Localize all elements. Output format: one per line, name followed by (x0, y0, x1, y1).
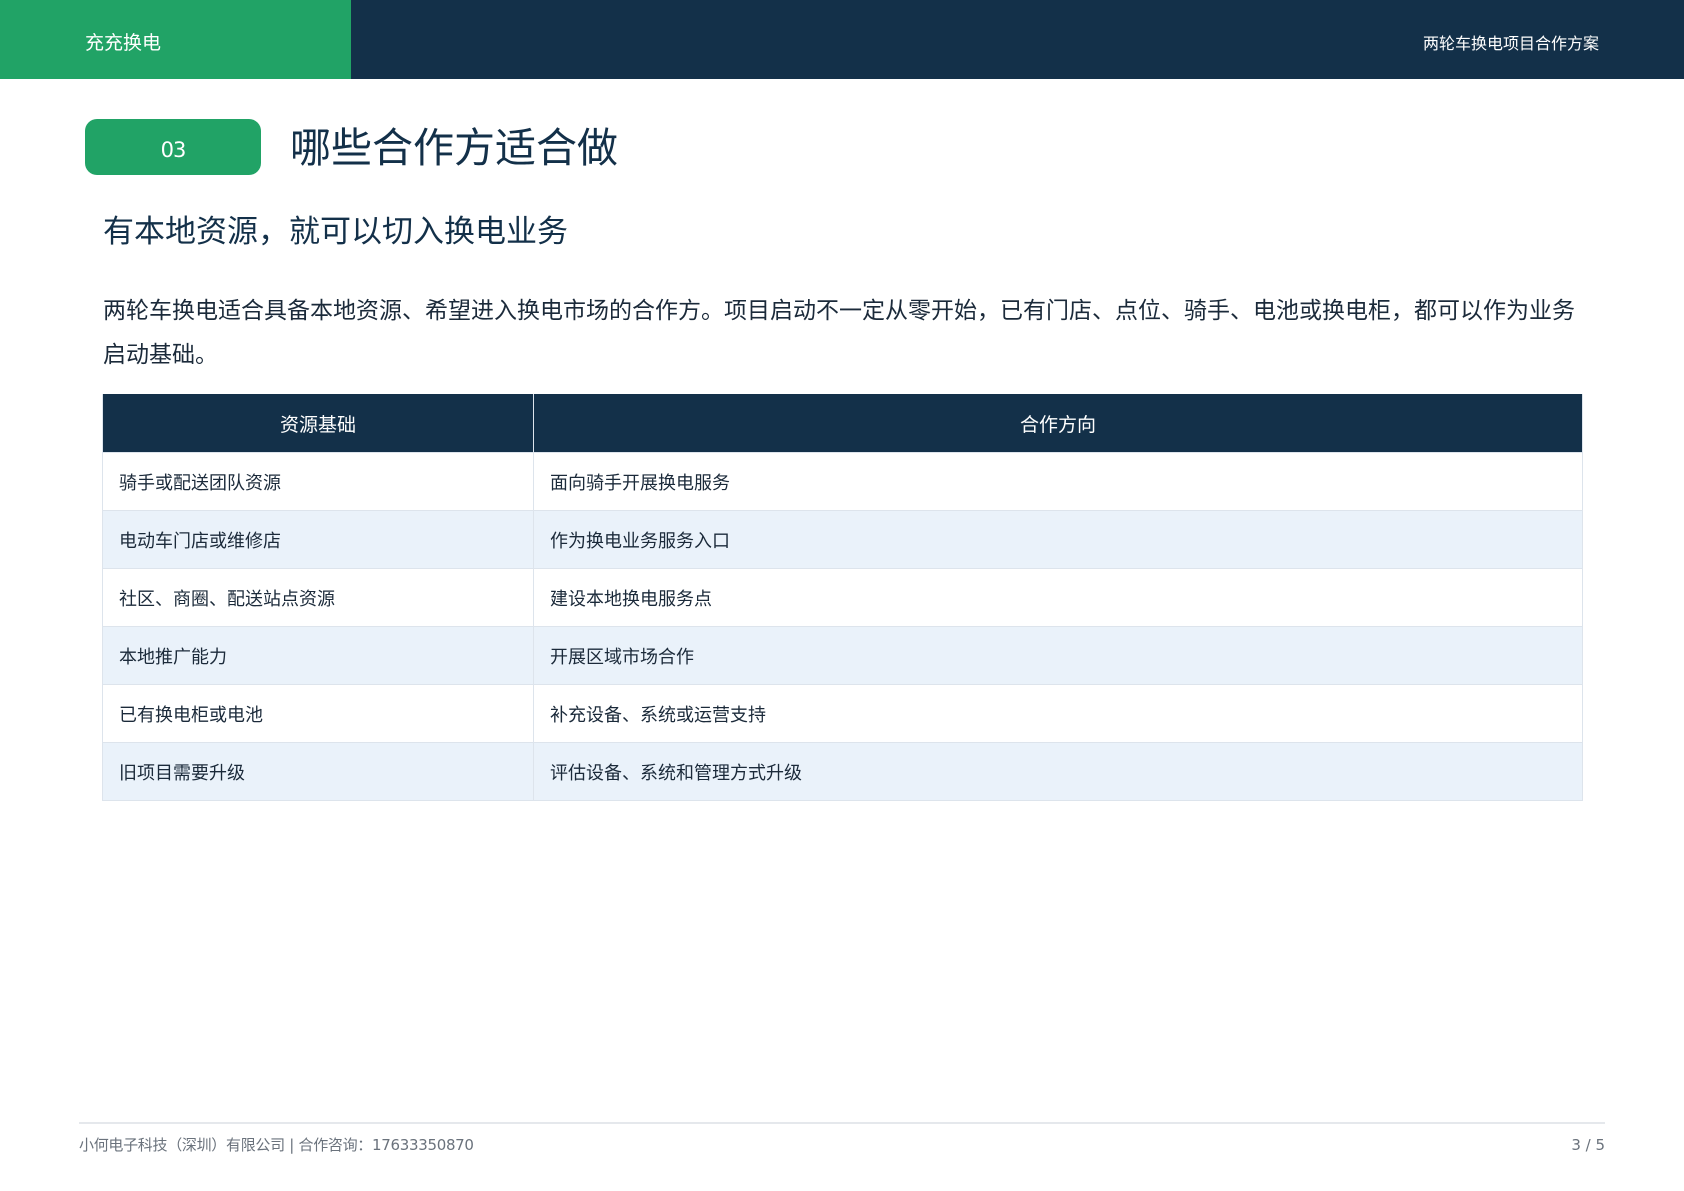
footer-company-contact: 小何电子科技（深圳）有限公司 | 合作咨询：17633350870 (79, 1136, 474, 1154)
cell-resource: 旧项目需要升级 (102, 742, 534, 801)
section-subtitle: 有本地资源，就可以切入换电业务 (103, 214, 568, 250)
table-row: 已有换电柜或电池 补充设备、系统或运营支持 (102, 684, 1583, 743)
column-header-resource: 资源基础 (102, 394, 534, 453)
brand-name: 充充换电 (85, 32, 162, 54)
page-number: 3 / 5 (1571, 1136, 1605, 1154)
document-title: 两轮车换电项目合作方案 (1422, 34, 1599, 53)
cell-resource: 社区、商圈、配送站点资源 (102, 568, 534, 627)
cell-direction: 补充设备、系统或运营支持 (533, 684, 1583, 743)
cell-direction: 作为换电业务服务入口 (533, 510, 1583, 569)
cell-resource: 骑手或配送团队资源 (102, 452, 534, 511)
table-row: 社区、商圈、配送站点资源 建设本地换电服务点 (102, 568, 1583, 627)
table-row: 骑手或配送团队资源 面向骑手开展换电服务 (102, 452, 1583, 511)
table-row: 本地推广能力 开展区域市场合作 (102, 626, 1583, 685)
cell-direction: 建设本地换电服务点 (533, 568, 1583, 627)
brand-block: 充充换电 (0, 0, 351, 79)
section-title: 哪些合作方适合做 (290, 124, 618, 172)
table-row: 电动车门店或维修店 作为换电业务服务入口 (102, 510, 1583, 569)
resource-cooperation-table: 资源基础 合作方向 骑手或配送团队资源 面向骑手开展换电服务 电动车门店或维修店… (102, 394, 1583, 801)
cell-direction: 面向骑手开展换电服务 (533, 452, 1583, 511)
table-header-row: 资源基础 合作方向 (102, 394, 1583, 453)
intro-paragraph: 两轮车换电适合具备本地资源、希望进入换电市场的合作方。项目启动不一定从零开始，已… (103, 298, 1575, 368)
cell-direction: 评估设备、系统和管理方式升级 (533, 742, 1583, 801)
page-header: 充充换电 两轮车换电项目合作方案 (0, 0, 1684, 79)
cell-resource: 已有换电柜或电池 (102, 684, 534, 743)
section-number-badge: 03 (85, 119, 261, 175)
column-header-direction: 合作方向 (533, 394, 1583, 453)
table-row: 旧项目需要升级 评估设备、系统和管理方式升级 (102, 742, 1583, 801)
cell-resource: 电动车门店或维修店 (102, 510, 534, 569)
cell-direction: 开展区域市场合作 (533, 626, 1583, 685)
cell-resource: 本地推广能力 (102, 626, 534, 685)
footer-divider (79, 1122, 1605, 1124)
